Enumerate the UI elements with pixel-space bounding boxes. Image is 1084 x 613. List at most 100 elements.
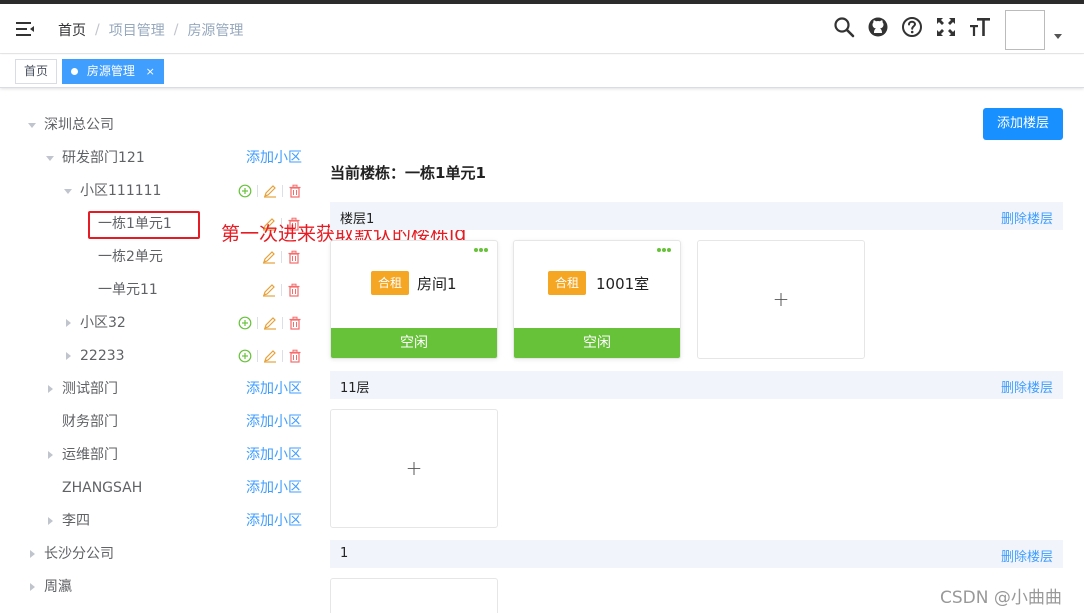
floor-header: 1 删除楼层 bbox=[330, 540, 1063, 568]
github-icon[interactable] bbox=[867, 16, 889, 38]
tree-node-community[interactable]: 小区32 bbox=[0, 310, 310, 336]
tree-node-label: 小区32 bbox=[80, 315, 126, 331]
navbar: 首页 / 项目管理 / 房源管理 bbox=[0, 4, 1084, 54]
add-floor-button[interactable]: 添加楼层 bbox=[983, 108, 1063, 140]
close-icon[interactable]: × bbox=[146, 65, 155, 78]
add-circle-icon[interactable] bbox=[238, 184, 252, 198]
font-size-icon[interactable] bbox=[969, 16, 991, 38]
tree-node-dept[interactable]: 财务部门 添加小区 bbox=[0, 409, 310, 435]
caret-right-icon[interactable] bbox=[66, 352, 71, 360]
delete-icon[interactable] bbox=[287, 283, 301, 297]
watermark: CSDN @小曲曲 bbox=[940, 588, 1062, 608]
room-card[interactable]: 合租 房间1 空闲 bbox=[330, 240, 498, 359]
caret-right-icon[interactable] bbox=[30, 583, 35, 591]
add-community-link[interactable]: 添加小区 bbox=[246, 442, 302, 468]
help-icon[interactable] bbox=[901, 16, 923, 38]
divider bbox=[282, 317, 283, 329]
add-room-card[interactable]: + bbox=[697, 240, 865, 359]
breadcrumb-project[interactable]: 项目管理 bbox=[109, 20, 165, 40]
floor-header: 11层 删除楼层 bbox=[330, 371, 1063, 399]
tree-node-dept[interactable]: ZHANGSAH 添加小区 bbox=[0, 475, 310, 501]
hamburger-icon[interactable] bbox=[14, 18, 36, 40]
caret-down-icon[interactable] bbox=[28, 123, 36, 128]
tree-node-label: 一栋2单元 bbox=[98, 249, 163, 265]
tree-node-dept[interactable]: 运维部门 添加小区 bbox=[0, 442, 310, 468]
add-community-link[interactable]: 添加小区 bbox=[246, 145, 302, 171]
tree-node-root[interactable]: 周瀛 bbox=[0, 574, 310, 600]
tag-house-management[interactable]: 房源管理 × bbox=[62, 59, 164, 84]
add-community-link[interactable]: 添加小区 bbox=[246, 376, 302, 402]
edit-icon[interactable] bbox=[263, 349, 277, 363]
delete-icon[interactable] bbox=[288, 316, 302, 330]
tree-node-dept[interactable]: 测试部门 添加小区 bbox=[0, 376, 310, 402]
caret-down-icon[interactable] bbox=[64, 189, 72, 194]
add-circle-icon[interactable] bbox=[238, 349, 252, 363]
room-card[interactable]: 合租 1001室 空闲 bbox=[513, 240, 681, 359]
tree-node-building[interactable]: 一栋2单元 bbox=[0, 244, 310, 270]
avatar[interactable] bbox=[1005, 10, 1045, 50]
edit-icon[interactable] bbox=[263, 316, 277, 330]
highlight-box bbox=[88, 211, 200, 239]
caret-down-icon[interactable] bbox=[46, 156, 54, 161]
plus-icon: + bbox=[772, 287, 790, 311]
add-room-card[interactable]: + bbox=[330, 409, 498, 528]
edit-icon[interactable] bbox=[262, 250, 276, 264]
delete-icon[interactable] bbox=[288, 184, 302, 198]
add-community-link[interactable]: 添加小区 bbox=[246, 409, 302, 435]
active-dot-icon bbox=[71, 68, 78, 75]
fullscreen-icon[interactable] bbox=[935, 16, 957, 38]
node-actions bbox=[238, 348, 302, 364]
node-actions bbox=[262, 249, 301, 265]
tree-node-label: 李四 bbox=[62, 513, 90, 529]
edit-icon[interactable] bbox=[263, 184, 277, 198]
tree-node-dept[interactable]: 李四 添加小区 bbox=[0, 508, 310, 534]
edit-icon[interactable] bbox=[262, 283, 276, 297]
tree-node-root[interactable]: 长沙分公司 bbox=[0, 541, 310, 567]
caret-right-icon[interactable] bbox=[48, 451, 53, 459]
delete-icon[interactable] bbox=[287, 250, 301, 264]
tree-node-community[interactable]: 22233 bbox=[0, 343, 310, 369]
add-circle-icon[interactable] bbox=[238, 316, 252, 330]
breadcrumb-home[interactable]: 首页 bbox=[58, 20, 86, 40]
delete-floor-link[interactable]: 删除楼层 bbox=[1001, 546, 1053, 565]
tree-node-label: 测试部门 bbox=[62, 381, 118, 397]
floor-name: 楼层1 bbox=[340, 212, 375, 227]
caret-right-icon[interactable] bbox=[48, 517, 53, 525]
tree-node-dept[interactable]: 研发部门121 添加小区 bbox=[0, 145, 310, 171]
divider bbox=[282, 350, 283, 362]
tree-node-label: 深圳总公司 bbox=[44, 117, 114, 133]
tags-view: 首页 房源管理 × bbox=[0, 55, 1084, 88]
add-community-link[interactable]: 添加小区 bbox=[246, 475, 302, 501]
node-actions bbox=[262, 282, 301, 298]
tree-node-root[interactable]: 深圳总公司 bbox=[0, 112, 310, 138]
search-icon[interactable] bbox=[833, 16, 855, 38]
caret-right-icon[interactable] bbox=[48, 385, 53, 393]
rent-type-badge: 合租 bbox=[371, 271, 409, 295]
tree-node-community[interactable]: 小区111111 bbox=[0, 178, 310, 204]
more-icon[interactable] bbox=[656, 247, 672, 253]
delete-icon[interactable] bbox=[288, 349, 302, 363]
breadcrumb-current: 房源管理 bbox=[187, 23, 244, 39]
caret-right-icon[interactable] bbox=[66, 319, 71, 327]
tree-node-building[interactable]: 一单元11 bbox=[0, 277, 310, 303]
rent-type-badge: 合租 bbox=[548, 271, 586, 295]
divider bbox=[257, 185, 258, 197]
floor-name: 11层 bbox=[340, 381, 370, 396]
more-icon[interactable] bbox=[473, 247, 489, 253]
node-actions bbox=[238, 315, 302, 331]
add-room-card[interactable] bbox=[330, 578, 498, 613]
room-name: 1001室 bbox=[596, 275, 650, 293]
caret-down-icon[interactable] bbox=[1054, 34, 1062, 39]
current-building-title: 当前楼栋：一栋1单元1 bbox=[330, 164, 486, 182]
divider bbox=[257, 317, 258, 329]
node-actions bbox=[238, 183, 302, 199]
tree-node-label: 长沙分公司 bbox=[44, 546, 114, 562]
breadcrumb-separator: / bbox=[173, 22, 179, 38]
caret-right-icon[interactable] bbox=[30, 550, 35, 558]
add-community-link[interactable]: 添加小区 bbox=[246, 508, 302, 534]
plus-icon: + bbox=[405, 456, 423, 480]
breadcrumb-separator: / bbox=[95, 22, 100, 38]
delete-floor-link[interactable]: 删除楼层 bbox=[1001, 208, 1053, 227]
tag-home[interactable]: 首页 bbox=[15, 59, 58, 84]
delete-floor-link[interactable]: 删除楼层 bbox=[1001, 377, 1053, 396]
